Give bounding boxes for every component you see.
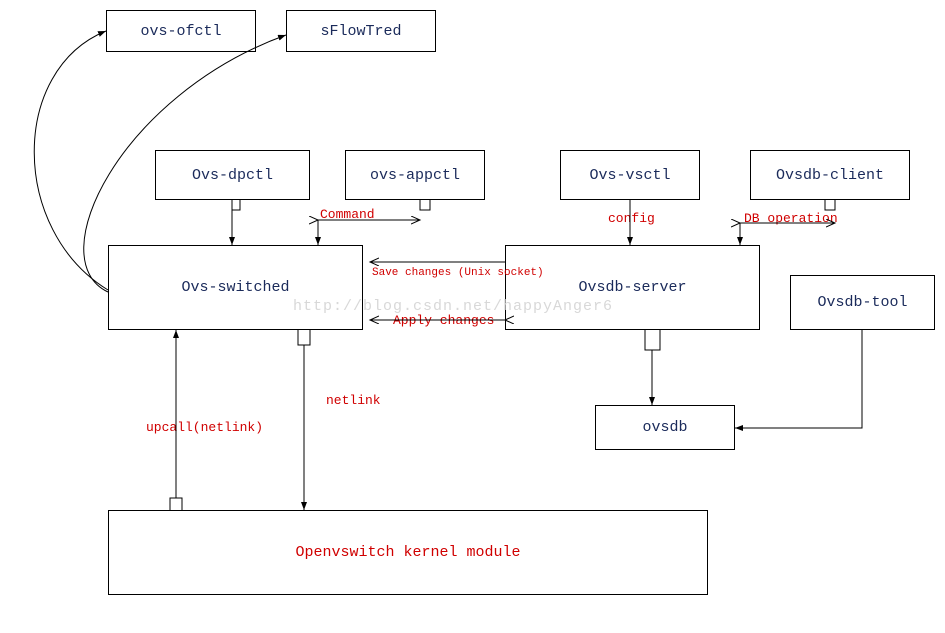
box-label: Ovsdb-server xyxy=(578,279,686,296)
watermark-text: http://blog.csdn.net/happyAnger6 xyxy=(293,298,613,315)
edge-upcall-step xyxy=(170,498,182,510)
box-label: Ovs-dpctl xyxy=(192,167,273,184)
box-label: Ovs-vsctl xyxy=(589,167,670,184)
box-label: Ovs-switched xyxy=(181,279,289,296)
label-netlink: netlink xyxy=(326,393,381,408)
box-label: ovs-appctl xyxy=(370,167,460,184)
box-ovsdb-tool: Ovsdb-tool xyxy=(790,275,935,330)
label-config: config xyxy=(608,211,655,226)
label-apply-changes: Apply changes xyxy=(393,313,494,328)
box-ovs-ofctl: ovs-ofctl xyxy=(106,10,256,52)
edge-tool-to-ovsdb xyxy=(735,330,862,428)
box-label: ovsdb xyxy=(642,419,687,436)
box-ovs-dpctl: Ovs-dpctl xyxy=(155,150,310,200)
box-ovs-appctl: ovs-appctl xyxy=(345,150,485,200)
edge-netlink-step xyxy=(298,330,310,345)
label-upcall: upcall(netlink) xyxy=(146,420,263,435)
label-save-changes: Save changes (Unix socket) xyxy=(372,267,544,279)
box-label: Openvswitch kernel module xyxy=(295,544,520,561)
edge-switched-to-ofctl xyxy=(34,31,108,290)
box-label: Ovsdb-tool xyxy=(817,294,907,311)
box-ovs-vsctl: Ovs-vsctl xyxy=(560,150,700,200)
box-kernel-module: Openvswitch kernel module xyxy=(108,510,708,595)
box-ovsdb-client: Ovsdb-client xyxy=(750,150,910,200)
box-ovs-switched: Ovs-switched xyxy=(108,245,363,330)
box-ovsdb: ovsdb xyxy=(595,405,735,450)
box-ovsdb-server: Ovsdb-server xyxy=(505,245,760,330)
box-label: sFlowTred xyxy=(320,23,401,40)
edge-client-step xyxy=(825,200,835,210)
box-label: ovs-ofctl xyxy=(140,23,221,40)
edge-dpctl-step xyxy=(232,200,240,210)
edge-appctl-step xyxy=(420,200,430,210)
edge-server-step xyxy=(645,330,660,350)
label-db-operation: DB operation xyxy=(744,211,838,226)
box-label: Ovsdb-client xyxy=(776,167,884,184)
label-command: Command xyxy=(320,207,375,222)
box-sflowtred: sFlowTred xyxy=(286,10,436,52)
